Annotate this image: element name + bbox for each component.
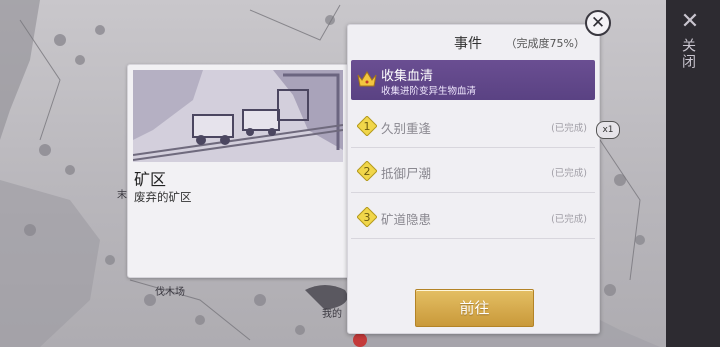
event-item[interactable]: 3 矿道隐患 (已完成) (351, 195, 595, 239)
panel-close-button[interactable]: ✕ (585, 10, 611, 36)
number-badge-icon: 1 (357, 116, 377, 136)
event-item-selected[interactable]: 收集血清 收集进阶变异生物血清 (351, 60, 595, 100)
go-button[interactable]: 前往 (415, 289, 534, 327)
event-item-status: (已完成) (551, 123, 587, 134)
event-item-status: (已完成) (551, 214, 587, 225)
badge-number: 2 (364, 165, 371, 178)
event-item[interactable]: 1 久别重逢 (已完成) (351, 104, 595, 148)
close-label[interactable]: 关闭 (680, 38, 698, 70)
number-badge-icon: 2 (357, 161, 377, 181)
event-panel: 事件 （完成度75%） 收集血清 收集进阶变异生物血清 1 久别重逢 (已完成)… (347, 24, 600, 334)
row-divider (351, 192, 595, 193)
event-progress: （完成度75%） (505, 37, 585, 50)
selected-event-subtitle: 收集进阶变异生物血清 (381, 86, 477, 97)
multiplier-badge: x1 (596, 121, 620, 139)
row-divider (351, 238, 595, 239)
map-label-edge: 末 (117, 190, 127, 201)
number-badge-icon: 3 (357, 207, 377, 227)
crown-icon (357, 71, 377, 87)
map-label-lumber: 伐木场 (155, 287, 185, 298)
row-divider (351, 147, 595, 148)
location-info-card: 矿区 废弃的矿区 (127, 64, 355, 278)
badge-number: 3 (364, 211, 371, 224)
selected-event-title: 收集血清 (381, 69, 434, 84)
event-item[interactable]: 2 抵御尸潮 (已完成) (351, 149, 595, 193)
badge-number: 1 (364, 120, 371, 133)
event-item-status: (已完成) (551, 168, 587, 179)
location-title: 矿区 (134, 170, 167, 189)
map-label-mine: 我的 (322, 309, 342, 320)
event-item-label: 抵御尸潮 (381, 166, 432, 181)
event-item-label: 久别重逢 (381, 121, 432, 136)
event-item-label: 矿道隐患 (381, 212, 432, 227)
close-icon[interactable]: ✕ (680, 11, 700, 33)
location-description: 废弃的矿区 (134, 190, 192, 204)
close-icon: ✕ (590, 13, 606, 33)
mine-cart-illustration (133, 70, 343, 162)
